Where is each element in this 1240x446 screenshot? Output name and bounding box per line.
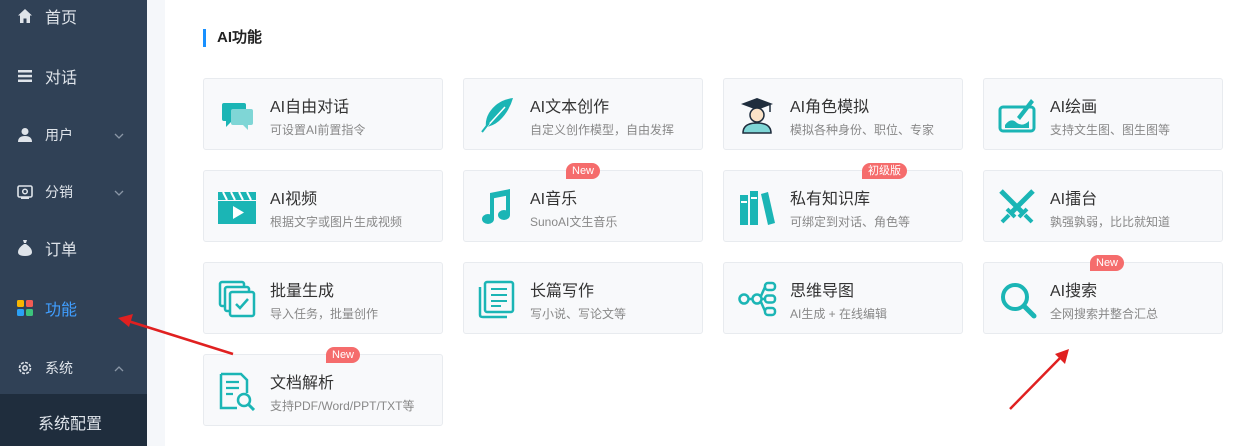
feature-card-long-writing[interactable]: 长篇写作 写小说、写论文等 — [463, 262, 703, 334]
feature-card-music[interactable]: AI音乐 New SunoAI文生音乐 — [463, 163, 703, 242]
home-icon — [16, 7, 34, 25]
new-badge: New — [326, 347, 361, 363]
feature-card-painting[interactable]: AI绘画 支持文生图、图生图等 — [983, 78, 1223, 150]
feature-card-mindmap[interactable]: 思维导图 AI生成 + 在线编辑 — [723, 262, 963, 334]
chevron-down-icon — [113, 129, 125, 141]
chevron-down-icon — [113, 186, 125, 198]
feature-card-search[interactable]: AI搜索 New 全网搜索并整合汇总 — [983, 255, 1223, 334]
video-icon — [217, 187, 257, 227]
sidebar-item-features[interactable]: 功能 — [0, 280, 147, 336]
card-title: AI自由对话 — [270, 99, 350, 116]
card-title: AI视频 — [270, 191, 318, 208]
chat-icon — [217, 95, 257, 135]
sidebar-item-label: 对话 — [45, 70, 78, 87]
card-desc: 孰强孰弱，比比就知道 — [1050, 215, 1171, 229]
batch-icon — [217, 279, 257, 319]
card-title: 思维导图 — [790, 283, 855, 300]
music-icon — [477, 187, 517, 227]
sidebar-item-label: 订单 — [45, 242, 78, 259]
feature-card-arena[interactable]: AI擂台 孰强孰弱，比比就知道 — [983, 170, 1223, 242]
feature-card-knowledge-base[interactable]: 私有知识库 初级版 可绑定到对话、角色等 — [723, 163, 963, 242]
scroll-icon — [477, 279, 517, 319]
books-icon — [737, 187, 777, 227]
sidebar-item-label: 分销 — [45, 184, 73, 200]
feature-card-text-creation[interactable]: AI文本创作 自定义创作模型，自由发挥 — [463, 78, 703, 150]
card-desc: AI生成 + 在线编辑 — [790, 307, 888, 321]
sidebar-item-label: 功能 — [45, 302, 78, 319]
feature-card-role-play[interactable]: AI角色模拟 模拟各种身份、职位、专家 — [723, 78, 963, 150]
card-desc: 全网搜索并整合汇总 — [1050, 307, 1159, 321]
card-desc: 写小说、写论文等 — [530, 307, 627, 321]
arrow-to-ai-search — [1009, 349, 1069, 410]
mindmap-icon — [737, 279, 777, 319]
card-title: AI音乐 — [530, 191, 578, 208]
card-title: AI擂台 — [1050, 191, 1098, 208]
feature-card-video[interactable]: AI视频 根据文字或图片生成视频 — [203, 170, 443, 242]
section-title: AI功能 — [203, 29, 262, 47]
sidebar-subitem-system-config[interactable]: 系统配置 — [0, 394, 147, 446]
card-desc: 支持文生图、图生图等 — [1050, 123, 1171, 137]
feature-card-free-chat[interactable]: AI自由对话 可设置AI前置指令 — [203, 78, 443, 150]
card-desc: 可绑定到对话、角色等 — [790, 215, 911, 229]
doc-search-icon — [217, 371, 257, 412]
card-title: AI搜索 — [1050, 283, 1098, 300]
feather-icon — [477, 95, 517, 135]
sidebar-item-distribution[interactable]: 分销 — [0, 164, 147, 220]
card-desc: SunoAI文生音乐 — [530, 215, 618, 229]
sidebar-item-home[interactable]: 首页 — [0, 0, 147, 44]
new-badge: New — [566, 163, 601, 179]
sidebar-item-chat[interactable]: 对话 — [0, 48, 147, 104]
card-desc: 导入任务，批量创作 — [270, 307, 379, 321]
sidebar-subitem-label: 系统配置 — [38, 416, 103, 433]
card-title: 长篇写作 — [530, 283, 595, 300]
tier-badge: 初级版 — [862, 163, 907, 179]
bag-icon — [16, 239, 34, 257]
card-desc: 根据文字或图片生成视频 — [270, 215, 403, 229]
card-desc: 可设置AI前置指令 — [270, 123, 366, 137]
card-title: 私有知识库 — [790, 191, 871, 208]
search-icon — [997, 279, 1037, 319]
card-desc: 模拟各种身份、职位、专家 — [790, 123, 935, 137]
card-title: AI角色模拟 — [790, 99, 870, 116]
sidebar-item-users[interactable]: 用户 — [0, 107, 147, 163]
card-title: 批量生成 — [270, 283, 335, 300]
user-icon — [16, 126, 34, 144]
sidebar-item-orders[interactable]: 订单 — [0, 220, 147, 276]
card-title: 文档解析 — [270, 375, 335, 392]
sidebar-item-label: 用户 — [45, 127, 73, 143]
card-title: AI文本创作 — [530, 99, 610, 116]
sidebar-item-system[interactable]: 系统 — [0, 340, 147, 396]
graduate-icon — [737, 95, 777, 135]
feature-card-doc-parse[interactable]: 文档解析 New 支持PDF/Word/PPT/TXT等 — [203, 347, 443, 426]
swords-icon — [997, 187, 1037, 227]
sidebar-item-label: 首页 — [45, 10, 78, 27]
grid-icon — [16, 299, 34, 317]
card-desc: 自定义创作模型，自由发挥 — [530, 123, 675, 137]
feature-card-batch[interactable]: 批量生成 导入任务，批量创作 — [203, 262, 443, 334]
content-gutter — [147, 0, 165, 446]
new-badge: New — [1090, 255, 1125, 271]
paint-icon — [997, 95, 1037, 135]
chevron-up-icon — [113, 362, 125, 374]
distribution-icon — [16, 183, 34, 201]
card-title: AI绘画 — [1050, 99, 1098, 116]
sidebar: 首页 对话 用户 分销 订单 功能 系统 系统配置 — [0, 0, 147, 446]
sidebar-item-label: 系统 — [45, 360, 73, 376]
gear-icon — [16, 359, 34, 377]
list-icon — [16, 67, 34, 85]
card-desc: 支持PDF/Word/PPT/TXT等 — [270, 399, 415, 413]
